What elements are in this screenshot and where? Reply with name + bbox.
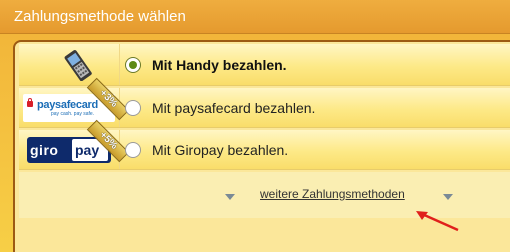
option-label-mobile[interactable]: Mit Handy bezahlen. [152, 57, 287, 73]
option-label-paysafecard[interactable]: Mit paysafecard bezahlen. [152, 100, 315, 116]
option-label-giropay[interactable]: Mit Giropay bezahlen. [152, 142, 288, 158]
option-icon-cell: giro pay +5% [19, 119, 130, 169]
option-icon-cell: paysafecard pay cash. pay safe. +3% [19, 77, 130, 127]
paysafecard-logo-text: paysafecard [37, 99, 98, 111]
lock-icon [27, 98, 33, 107]
paysafecard-logo-subtext: pay cash. pay safe. [51, 111, 95, 117]
more-payment-methods-link[interactable]: weitere Zahlungsmethoden [260, 187, 405, 201]
mobile-phone-icon [64, 50, 92, 81]
dialog-title: Zahlungsmethode wählen [14, 8, 186, 25]
dialog-header: Zahlungsmethode wählen [0, 0, 510, 34]
giropay-logo-left: giro [30, 142, 59, 158]
payment-option-mobile[interactable]: Mit Handy bezahlen. [19, 44, 510, 86]
chevron-down-icon[interactable] [225, 194, 235, 200]
annotation-arrow-icon [416, 211, 459, 232]
radio-paysafecard[interactable] [125, 99, 141, 116]
chevron-down-icon[interactable] [443, 194, 453, 200]
payment-option-giropay[interactable]: giro pay +5% Mit Giropay bezahlen. [19, 119, 510, 170]
radio-giropay[interactable] [125, 141, 141, 158]
radio-mobile-selected[interactable] [125, 56, 141, 73]
option-icon-cell [19, 44, 120, 85]
